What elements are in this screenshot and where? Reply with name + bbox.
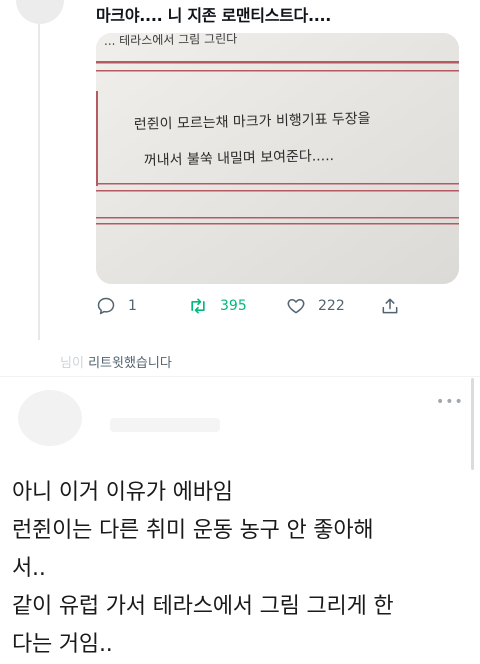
divider bbox=[0, 376, 480, 377]
reply-count: 1 bbox=[128, 298, 137, 314]
heart-icon bbox=[287, 299, 305, 314]
handwriting-top: ... 테라스에서 그림 그린다 bbox=[104, 33, 238, 48]
second-tweet-username[interactable] bbox=[110, 418, 220, 432]
avatar[interactable] bbox=[16, 0, 64, 24]
like-button[interactable]: 222 bbox=[286, 292, 345, 320]
handwritten-note-photo: ... 테라스에서 그림 그린다 런쥔이 모르는채 마크가 비행기표 두장을 꺼… bbox=[96, 33, 459, 284]
scrollbar[interactable] bbox=[471, 378, 474, 470]
retweet-count: 395 bbox=[220, 298, 247, 314]
retweet-notice-text: 리트윗했습니다 bbox=[88, 356, 172, 371]
more-options-button[interactable]: ••• bbox=[436, 394, 464, 410]
tweet-actions: 1 395 222 bbox=[96, 292, 426, 320]
comment-line: 런쥔이는 다른 취미 운동 농구 안 좋아해 bbox=[12, 518, 374, 543]
retweet-icon bbox=[191, 298, 205, 314]
like-count: 222 bbox=[318, 298, 345, 314]
share-icon bbox=[382, 298, 398, 314]
comment-line: 같이 유럽 가서 테라스에서 그림 그리게 한 bbox=[12, 594, 394, 619]
share-button[interactable] bbox=[380, 292, 412, 320]
reply-icon bbox=[97, 297, 115, 315]
tweet-image[interactable]: ... 테라스에서 그림 그린다 런쥔이 모르는채 마크가 비행기표 두장을 꺼… bbox=[96, 33, 459, 284]
comment-line: 다는 거임.. bbox=[12, 632, 113, 657]
reply-button[interactable]: 1 bbox=[96, 292, 137, 320]
second-tweet-avatar[interactable] bbox=[18, 390, 82, 446]
tweet-text: 마크야.... 니 지존 로맨티스트다.... bbox=[96, 6, 332, 25]
comment-line: 아니 이거 이유가 에바임 bbox=[12, 480, 233, 505]
quoted-tweet: 마크야.... 니 지존 로맨티스트다.... ... 테라스에서 그림 그린다… bbox=[0, 0, 480, 345]
comment-text: 아니 이거 이유가 에바임 런쥔이는 다른 취미 운동 농구 안 좋아해 서..… bbox=[12, 474, 472, 664]
retweet-notice: 님이 리트윗했습니다 bbox=[60, 352, 172, 371]
retweeter-name[interactable]: 님이 bbox=[60, 356, 84, 371]
thread-line bbox=[38, 24, 40, 340]
comment-line: 서.. bbox=[12, 556, 46, 581]
retweet-button[interactable]: 395 bbox=[188, 292, 247, 320]
